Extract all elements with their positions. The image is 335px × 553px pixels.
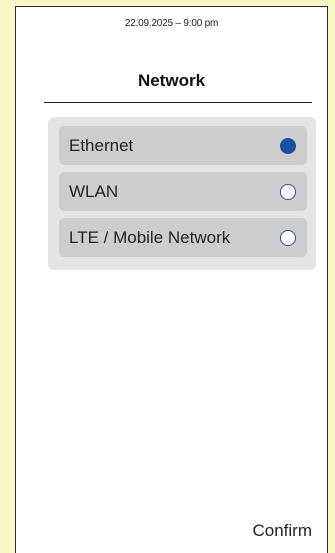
status-datetime: 22.09.2025 – 9:00 pm [124, 18, 219, 29]
radio-button-wlan[interactable] [280, 183, 296, 200]
option-wlan[interactable]: WLAN [59, 172, 307, 211]
page-title: Network [137, 71, 206, 90]
option-ethernet[interactable]: Ethernet [59, 126, 307, 165]
confirm-button[interactable]: Confirm [252, 521, 312, 541]
network-options-panel: Ethernet WLAN LTE / Mobile Network [48, 117, 316, 270]
radio-button-lte[interactable] [280, 229, 296, 246]
radio-button-ethernet[interactable] [280, 137, 296, 154]
option-label-wlan: WLAN [69, 181, 119, 201]
title-divider [44, 102, 312, 103]
option-label-lte: LTE / Mobile Network [69, 227, 231, 247]
option-label-ethernet: Ethernet [69, 135, 134, 155]
device-screen: 22.09.2025 – 9:00 pm Network Ethernet WL… [15, 6, 328, 553]
option-lte[interactable]: LTE / Mobile Network [59, 218, 307, 257]
